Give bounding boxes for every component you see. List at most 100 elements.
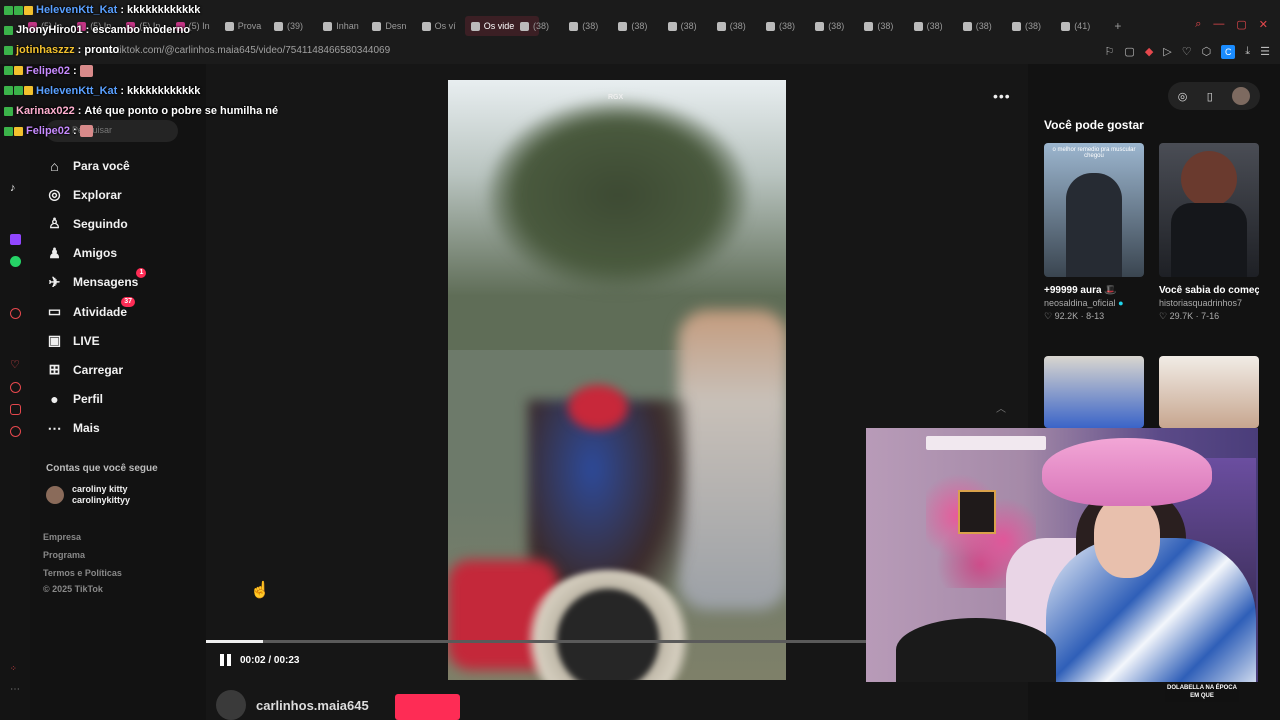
recommendation-card[interactable] <box>1159 356 1259 428</box>
sidebar-item-live[interactable]: ▣ LIVE <box>46 332 100 349</box>
settings-icon[interactable] <box>10 426 21 437</box>
box-icon[interactable] <box>10 404 21 415</box>
tiktok-logo-icon[interactable]: ♪ <box>10 182 16 194</box>
download-icon[interactable]: ⤓ <box>1245 45 1250 59</box>
chat-username: Felipe02 <box>26 64 71 77</box>
recommendation-card[interactable]: Você sabia do começo do Mister... histor… <box>1159 143 1259 322</box>
maximize-icon[interactable]: ▢ <box>1236 18 1246 31</box>
sidebar-item-para-voc-[interactable]: ⌂ Para você <box>46 157 129 174</box>
browser-tab[interactable]: Desn <box>372 16 416 36</box>
video-player[interactable] <box>448 80 786 680</box>
video-progress-bar[interactable] <box>206 640 866 643</box>
sidebar-item-amigos[interactable]: ♟ Amigos <box>46 245 117 262</box>
screenshot-icon[interactable]: ▢ <box>1124 45 1134 59</box>
video-watermark: RGX <box>608 94 624 101</box>
chat-badges <box>4 86 33 96</box>
clock-icon[interactable] <box>10 382 21 393</box>
browser-tab[interactable]: (38) <box>569 16 613 36</box>
sidebar-item-perfil[interactable]: ● Perfil <box>46 391 103 408</box>
grid-icon[interactable]: ⁘ <box>10 664 17 673</box>
browser-tab[interactable]: (38) <box>864 16 908 36</box>
user-avatar[interactable] <box>1232 87 1251 105</box>
heart-icon[interactable]: ♡ <box>1182 45 1192 59</box>
browser-tab[interactable]: Inhan <box>323 16 367 36</box>
twitch-icon[interactable] <box>10 234 21 245</box>
close-icon[interactable]: ✕ <box>1259 18 1268 31</box>
search-icon[interactable]: ⌕ <box>1195 18 1201 31</box>
extension-badge[interactable]: C <box>1221 45 1236 59</box>
browser-tab[interactable]: (41) <box>1061 16 1105 36</box>
footer-link-programa[interactable]: Programa <box>43 550 85 560</box>
new-tab-button[interactable]: + <box>1114 16 1121 36</box>
card-author: neosaldina_oficial ● <box>1044 298 1124 308</box>
compass-icon[interactable]: ◎ <box>1178 90 1188 103</box>
play-circle-icon[interactable] <box>10 308 21 319</box>
badge-icon <box>4 25 13 35</box>
recommendation-card[interactable] <box>1044 356 1144 428</box>
tiktok-icon <box>618 21 628 31</box>
thumbnail-shirt <box>1171 203 1247 277</box>
footer-link-empresa[interactable]: Empresa <box>43 532 81 542</box>
chat-separator: : <box>73 125 77 138</box>
browser-tab[interactable]: (38) <box>667 16 712 36</box>
sidebar-item-explorar[interactable]: ◎ Explorar <box>46 186 121 203</box>
compass-icon: ◎ <box>48 186 61 203</box>
browser-tab[interactable]: (38) <box>815 16 859 36</box>
chat-separator: : <box>120 4 124 16</box>
chat-username: JhonyHiro01 <box>16 24 83 37</box>
sidebar-item-carregar[interactable]: ⊞ Carregar <box>46 361 123 378</box>
following-heading: Contas que você segue <box>46 463 158 474</box>
badge-icon <box>14 86 23 96</box>
follow-button[interactable] <box>395 694 460 720</box>
minimize-icon[interactable]: — <box>1213 18 1224 31</box>
followed-account[interactable]: caroliny kitty carolinykittyy <box>46 484 130 506</box>
chat-text: pronto <box>84 44 120 57</box>
more-options-icon[interactable]: ••• <box>993 88 1011 104</box>
sidebar-item-label: Carregar <box>73 362 124 377</box>
browser-tab[interactable]: (38) <box>766 16 810 36</box>
browser-tab[interactable]: Prova <box>224 16 269 36</box>
browser-tab[interactable]: (38) <box>1012 16 1056 36</box>
sidebar-item-atividade[interactable]: ▭ 37 Atividade <box>46 297 136 320</box>
tiktok-icon <box>274 21 283 31</box>
shield-icon[interactable]: ◆ <box>1145 45 1153 59</box>
tiktok-icon <box>913 21 923 31</box>
pause-icon[interactable] <box>220 654 232 666</box>
sidebar-item-label: Perfil <box>73 392 104 407</box>
browser-tab[interactable]: (38) <box>520 16 564 36</box>
chat-username: Felipe02 <box>26 125 71 138</box>
video-author[interactable]: carlinhos.maia645 <box>216 690 369 720</box>
chat-separator: : <box>120 84 124 97</box>
play-icon[interactable]: ▷ <box>1163 45 1171 59</box>
badge-icon <box>4 106 13 116</box>
browser-tab[interactable]: Os ví <box>421 16 466 36</box>
chat-badges <box>4 5 33 15</box>
chevron-up-icon[interactable]: ︿ <box>996 400 1006 415</box>
browser-tab[interactable]: (38) <box>716 16 761 36</box>
bookmark-icon[interactable]: ⚐ <box>1105 45 1115 59</box>
badge-icon <box>24 5 33 15</box>
browser-tab[interactable]: (38) <box>913 16 958 36</box>
recommendation-card[interactable]: o melhor remedio pra muscular chegou +99… <box>1044 143 1144 322</box>
more-icon[interactable]: ⋯ <box>10 684 20 695</box>
menu-icon[interactable]: ☰ <box>1260 45 1270 59</box>
card-stats: ♡ 92.2K · 8-13 <box>1044 311 1105 321</box>
sidebar-item-mensagens[interactable]: ✈ 1 Mensagens <box>46 267 147 291</box>
chat-text: Até que ponto o pobre se humilha né <box>84 105 279 117</box>
browser-tab[interactable]: (38) <box>962 16 1007 36</box>
sidebar-item-seguindo[interactable]: ♙ Seguindo <box>46 215 127 232</box>
chat-message: HelevenKtt_Kat : kkkkkkkkkkkk <box>4 4 200 16</box>
footer-link-terms[interactable]: Termos e Políticas <box>43 568 122 578</box>
extensions-icon[interactable]: ⬡ <box>1202 45 1212 59</box>
heart-icon[interactable]: ♡ <box>10 358 20 371</box>
tiktok-icon <box>864 21 874 31</box>
browser-tab[interactable]: (39) <box>274 16 318 36</box>
badge-icon <box>24 86 33 96</box>
phone-icon[interactable]: ▯ <box>1207 90 1213 103</box>
browser-tab[interactable]: (38) <box>618 16 662 36</box>
tab-label: (38) <box>631 21 648 31</box>
url-text[interactable]: ww.tiktok.com/@carlinhos.maia645/video/7… <box>100 45 390 56</box>
whatsapp-icon[interactable] <box>10 256 21 267</box>
thumbnail-figure <box>1066 173 1122 277</box>
sidebar-item-mais[interactable]: ⋯ Mais <box>46 420 100 437</box>
